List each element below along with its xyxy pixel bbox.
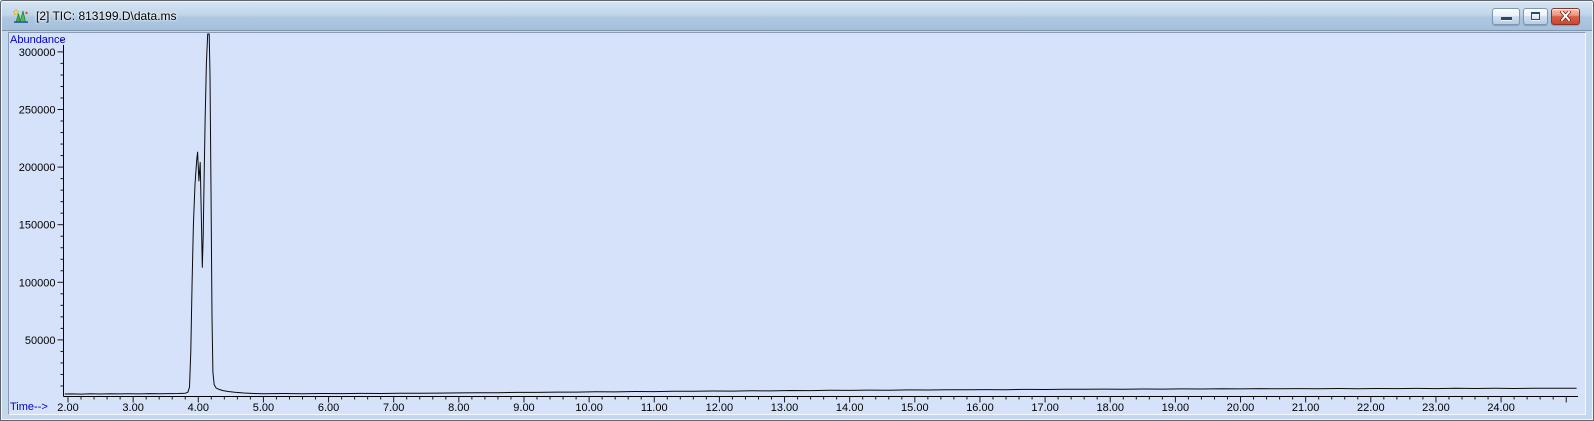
svg-text:10.00: 10.00: [575, 402, 603, 414]
restore-icon: [1531, 12, 1540, 20]
svg-text:14.00: 14.00: [836, 402, 864, 414]
svg-text:20.00: 20.00: [1227, 402, 1255, 414]
svg-text:2.00: 2.00: [57, 402, 78, 414]
svg-text:15.00: 15.00: [901, 402, 929, 414]
minimize-button[interactable]: [1492, 7, 1520, 25]
svg-text:16.00: 16.00: [966, 402, 994, 414]
svg-text:150000: 150000: [19, 220, 56, 232]
svg-text:18.00: 18.00: [1096, 402, 1124, 414]
svg-text:3.00: 3.00: [122, 402, 143, 414]
svg-text:5.00: 5.00: [253, 402, 274, 414]
svg-text:50000: 50000: [25, 335, 56, 347]
chromatogram-app-icon: [12, 8, 29, 24]
title-bar[interactable]: [2] TIC: 813199.D\data.ms: [2, 2, 1592, 31]
svg-text:8.00: 8.00: [448, 402, 469, 414]
close-icon: [1560, 11, 1571, 21]
tic-trace: [64, 33, 1577, 395]
svg-text:13.00: 13.00: [771, 402, 799, 414]
svg-text:19.00: 19.00: [1162, 402, 1190, 414]
svg-text:23.00: 23.00: [1422, 402, 1450, 414]
svg-text:7.00: 7.00: [383, 402, 404, 414]
svg-text:250000: 250000: [19, 105, 56, 117]
svg-text:21.00: 21.00: [1292, 402, 1320, 414]
svg-text:200000: 200000: [19, 162, 56, 174]
window-controls: [1492, 7, 1580, 25]
svg-text:4.00: 4.00: [188, 402, 209, 414]
svg-text:24.00: 24.00: [1487, 402, 1515, 414]
plot-area[interactable]: Abundance Time--> 2.00 3.00 4.00 5.00 6.00 7.…: [8, 32, 1586, 415]
minimize-icon: [1500, 16, 1512, 21]
restore-button[interactable]: [1523, 7, 1548, 25]
svg-text:17.00: 17.00: [1031, 402, 1059, 414]
svg-text:22.00: 22.00: [1357, 402, 1385, 414]
window-title: [2] TIC: 813199.D\data.ms: [36, 9, 177, 23]
svg-text:300000: 300000: [19, 47, 56, 59]
svg-text:11.00: 11.00: [641, 402, 668, 414]
svg-text:9.00: 9.00: [513, 402, 534, 414]
svg-text:100000: 100000: [19, 277, 56, 289]
close-button[interactable]: [1551, 7, 1580, 25]
chromatogram-plot: 2.00 3.00 4.00 5.00 6.00 7.00 8.00 9.00 10.00 11.…: [19, 33, 1578, 414]
svg-text:6.00: 6.00: [318, 402, 339, 414]
svg-text:12.00: 12.00: [706, 402, 734, 414]
chromatogram-window: [2] TIC: 813199.D\data.ms Abundance Time…: [0, 0, 1594, 421]
